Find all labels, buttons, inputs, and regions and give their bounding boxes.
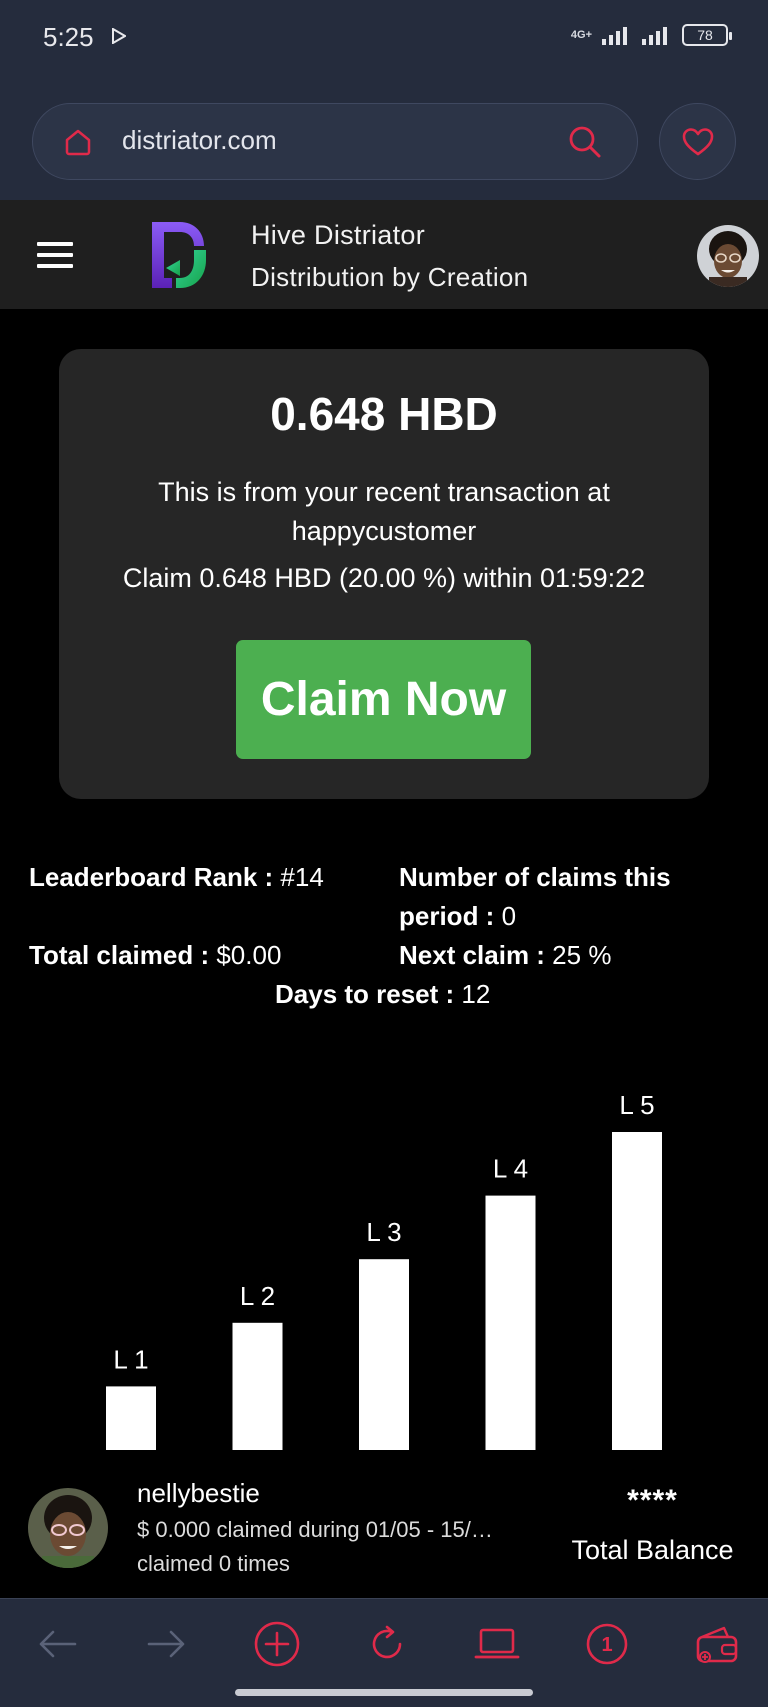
- play-store-icon: [112, 28, 126, 44]
- forward-icon[interactable]: [147, 1629, 187, 1659]
- claims-label-line2: period :: [399, 901, 502, 931]
- claim-card: 0.648 HBD This is from your recent trans…: [59, 349, 709, 799]
- total-claimed: Total claimed : $0.00: [29, 940, 281, 971]
- browser-bar: distriator.com: [0, 80, 768, 200]
- signal-icon-2: [642, 27, 667, 45]
- reset-label: Days to reset :: [275, 979, 462, 1009]
- claims-value: 0: [501, 901, 517, 931]
- home-icon[interactable]: [63, 127, 93, 157]
- total-value: $0.00: [216, 940, 282, 970]
- level-bar-4: [485, 1195, 536, 1450]
- add-icon[interactable]: [253, 1620, 301, 1668]
- user-claimed-summary: $ 0.000 claimed during 01/05 - 15/…: [137, 1517, 493, 1542]
- reload-button[interactable]: [357, 1619, 417, 1669]
- menu-icon[interactable]: [37, 242, 73, 270]
- claims-label-line1: Number of claims this: [399, 862, 671, 892]
- tabs-button[interactable]: 1: [577, 1619, 637, 1669]
- wallet-button[interactable]: [687, 1619, 747, 1669]
- claims-count-line1: Number of claims this: [399, 862, 671, 893]
- level-chart: L 1 L 2 L 3 L 4 L 5: [106, 1090, 662, 1450]
- level-label-3: L 3: [366, 1217, 401, 1247]
- level-label-1: L 1: [113, 1344, 148, 1374]
- reload-icon[interactable]: [367, 1624, 407, 1664]
- level-bar-2: [232, 1322, 283, 1450]
- level-bar-3: [359, 1259, 409, 1450]
- user-avatar[interactable]: [28, 1488, 108, 1568]
- reset-value: 12: [461, 979, 491, 1009]
- status-bar: 5:25 4G+ 78: [0, 0, 768, 80]
- back-icon[interactable]: [37, 1629, 77, 1659]
- claim-now-button[interactable]: Claim Now: [236, 640, 531, 759]
- claim-description: This is from your recent transaction at …: [158, 477, 610, 546]
- claims-count-line2: period : 0: [399, 901, 516, 932]
- wallet-icon[interactable]: [694, 1623, 740, 1665]
- total-label: Total claimed :: [29, 940, 217, 970]
- battery-indicator: 78: [682, 24, 732, 46]
- next-value: 25 %: [552, 940, 612, 970]
- avatar[interactable]: [697, 225, 759, 287]
- laptop-icon[interactable]: [474, 1626, 520, 1662]
- user-claim-count: claimed 0 times: [137, 1551, 290, 1576]
- network-type: 4G+: [570, 28, 592, 41]
- distriator-logo: [152, 222, 206, 288]
- app-title: Hive Distriator: [251, 220, 426, 250]
- signal-icon: [602, 27, 627, 45]
- balance-label: Total Balance: [571, 1535, 734, 1565]
- leaderboard-rank: Leaderboard Rank : #14: [29, 862, 324, 893]
- next-label: Next claim :: [399, 940, 553, 970]
- claim-detail: Claim 0.648 HBD (20.00 %) within 01:59:2…: [122, 563, 646, 593]
- level-label-5: L 5: [619, 1090, 654, 1120]
- url-text[interactable]: distriator.com: [122, 125, 277, 156]
- tabs-count-icon[interactable]: 1: [584, 1621, 630, 1667]
- heart-icon[interactable]: [682, 127, 714, 157]
- new-tab-button[interactable]: [247, 1619, 307, 1669]
- app-header: Hive Distriator Distribution by Creation: [0, 200, 768, 309]
- status-time: 5:25: [43, 22, 94, 52]
- search-icon[interactable]: [567, 124, 603, 160]
- tab-count: 1: [601, 1634, 612, 1656]
- status-indicators: 4G+ 78: [570, 24, 732, 46]
- level-label-4: L 4: [493, 1154, 528, 1184]
- level-bar-5: [612, 1132, 662, 1450]
- app-subtitle: Distribution by Creation: [251, 262, 529, 292]
- level-bar-1: [106, 1386, 156, 1450]
- desktop-mode-button[interactable]: [467, 1619, 527, 1669]
- back-button[interactable]: [27, 1619, 87, 1669]
- rank-value: #14: [280, 862, 324, 892]
- address-bar[interactable]: distriator.com: [32, 103, 638, 180]
- hidden-balance[interactable]: ****: [560, 1484, 745, 1518]
- home-indicator: [235, 1689, 533, 1696]
- forward-button[interactable]: [137, 1619, 197, 1669]
- user-name: nellybestie: [137, 1478, 260, 1508]
- level-label-2: L 2: [240, 1281, 275, 1311]
- next-claim: Next claim : 25 %: [399, 940, 611, 971]
- claim-amount: 0.648 HBD: [270, 388, 498, 440]
- favorite-button[interactable]: [659, 103, 736, 180]
- rank-label: Leaderboard Rank :: [29, 862, 281, 892]
- days-to-reset: Days to reset : 12: [275, 979, 490, 1010]
